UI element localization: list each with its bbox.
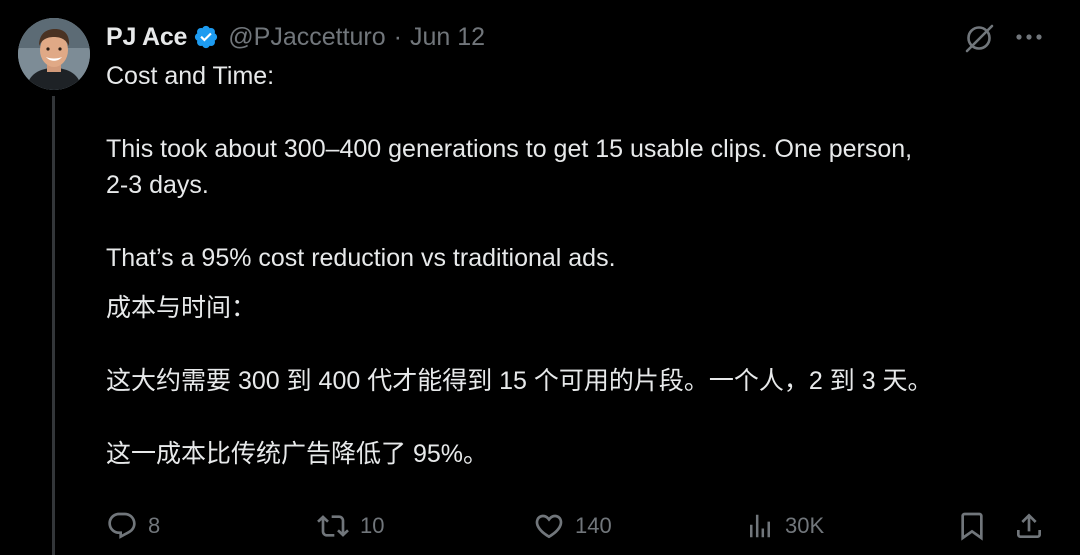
tweet-timestamp[interactable]: Jun 12 [410, 23, 485, 52]
tweet-text-line: That’s a 95% cost reduction vs tradition… [106, 244, 616, 272]
reply-icon [108, 512, 136, 539]
tweet-text-line: 成本与时间： [106, 294, 257, 322]
heart-icon [535, 514, 563, 539]
tweet-text-line: 这大约需要 300 到 400 代才能得到 15 个可用的片段。一个人，2 到 … [106, 367, 933, 395]
repost-button[interactable]: 10 [316, 506, 384, 546]
thread-line [52, 96, 55, 555]
like-button[interactable]: 140 [533, 506, 612, 546]
grok-icon[interactable] [962, 20, 998, 56]
tweet-header: PJ Ace @PJaccetturo · Jun 12 [106, 20, 485, 54]
reply-count: 8 [148, 513, 161, 538]
verified-badge-icon [193, 24, 219, 50]
tweet-text-line: 2-3 days. [106, 171, 209, 199]
repost-count: 10 [360, 513, 385, 538]
avatar[interactable] [18, 18, 90, 90]
repost-icon [317, 515, 349, 537]
header-separator: · [393, 22, 402, 51]
tweet-text-line: Cost and Time: [106, 62, 275, 90]
share-button[interactable] [1013, 506, 1045, 546]
views-icon [750, 514, 770, 538]
bookmark-icon [961, 512, 983, 541]
reply-button[interactable]: 8 [106, 506, 160, 546]
tweet-text-line: 这一成本比传统广告降低了 95%。 [106, 440, 488, 468]
like-count: 140 [575, 513, 612, 538]
avatar-image [18, 18, 90, 90]
author-name[interactable]: PJ Ace [106, 23, 187, 52]
author-handle[interactable]: @PJaccetturo [228, 23, 385, 52]
more-icon[interactable] [1012, 22, 1048, 52]
views-button[interactable]: 30K [745, 506, 824, 546]
bookmark-button[interactable] [956, 506, 988, 546]
tweet-text-line: This took about 300–400 generations to g… [106, 135, 913, 163]
share-icon [1017, 513, 1041, 538]
view-count: 30K [785, 513, 825, 538]
